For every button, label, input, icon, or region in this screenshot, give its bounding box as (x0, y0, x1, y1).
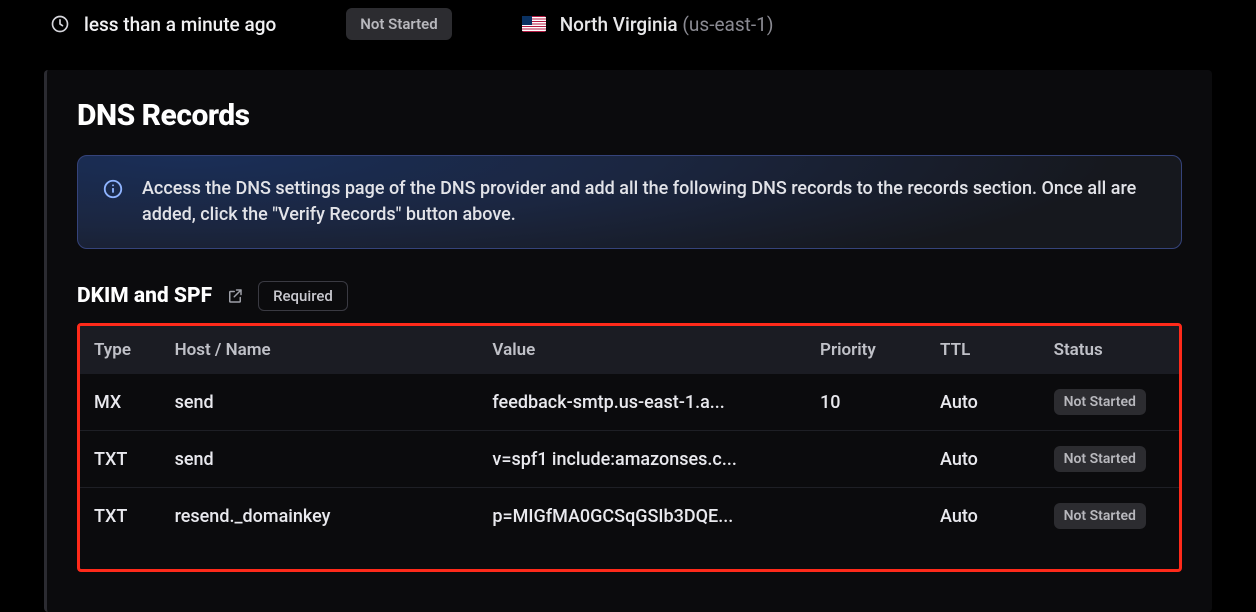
row-status-badge: Not Started (1054, 503, 1146, 529)
cell-host: send (163, 431, 481, 488)
cell-value: v=spf1 include:amazonses.c... (480, 431, 808, 488)
table-row[interactable]: TXT resend._domainkey p=MIGfMA0GCSqGSIb3… (80, 488, 1179, 570)
meta-row: less than a minute ago Not Started North… (0, 0, 1256, 70)
cell-host: send (163, 374, 481, 431)
cell-value: p=MIGfMA0GCSqGSIb3DQE... (480, 488, 808, 570)
th-status: Status (1042, 326, 1179, 374)
cell-priority (808, 431, 928, 488)
info-banner: Access the DNS settings page of the DNS … (77, 155, 1182, 249)
th-ttl: TTL (928, 326, 1042, 374)
row-status-badge: Not Started (1054, 446, 1146, 472)
cell-value: feedback-smtp.us-east-1.a... (480, 374, 808, 431)
table-row[interactable]: TXT send v=spf1 include:amazonses.c... A… (80, 431, 1179, 488)
external-link-icon[interactable] (226, 287, 244, 305)
cell-host: resend._domainkey (163, 488, 481, 570)
info-icon (102, 178, 124, 200)
table-row[interactable]: MX send feedback-smtp.us-east-1.a... 10 … (80, 374, 1179, 431)
section-header: DKIM and SPF Required (77, 281, 1182, 311)
th-priority: Priority (808, 326, 928, 374)
created-time: less than a minute ago (50, 13, 276, 36)
cell-status: Not Started (1042, 431, 1179, 488)
dns-records-panel: DNS Records Access the DNS settings page… (44, 70, 1212, 612)
region-name: North Virginia (560, 13, 678, 36)
cell-type: MX (80, 374, 163, 431)
cell-ttl: Auto (928, 431, 1042, 488)
created-time-text: less than a minute ago (84, 13, 276, 36)
table-header-row: Type Host / Name Value Priority TTL Stat… (80, 326, 1179, 374)
cell-type: TXT (80, 431, 163, 488)
cell-ttl: Auto (928, 374, 1042, 431)
dns-records-table: Type Host / Name Value Priority TTL Stat… (80, 326, 1179, 569)
cell-ttl: Auto (928, 488, 1042, 570)
th-type: Type (80, 326, 163, 374)
us-flag-icon (522, 16, 546, 32)
panel-title: DNS Records (77, 98, 1182, 133)
region: North Virginia (us-east-1) (522, 13, 774, 36)
cell-type: TXT (80, 488, 163, 570)
dns-records-table-highlight: Type Host / Name Value Priority TTL Stat… (77, 323, 1182, 572)
cell-status: Not Started (1042, 374, 1179, 431)
th-value: Value (480, 326, 808, 374)
th-host: Host / Name (163, 326, 481, 374)
cell-priority: 10 (808, 374, 928, 431)
row-status-badge: Not Started (1054, 389, 1146, 415)
region-code: (us-east-1) (682, 13, 773, 36)
info-text: Access the DNS settings page of the DNS … (142, 176, 1157, 228)
cell-priority (808, 488, 928, 570)
required-pill: Required (258, 281, 348, 311)
cell-status: Not Started (1042, 488, 1179, 570)
section-title: DKIM and SPF (77, 284, 212, 308)
status-badge: Not Started (346, 8, 451, 40)
clock-icon (50, 14, 70, 34)
